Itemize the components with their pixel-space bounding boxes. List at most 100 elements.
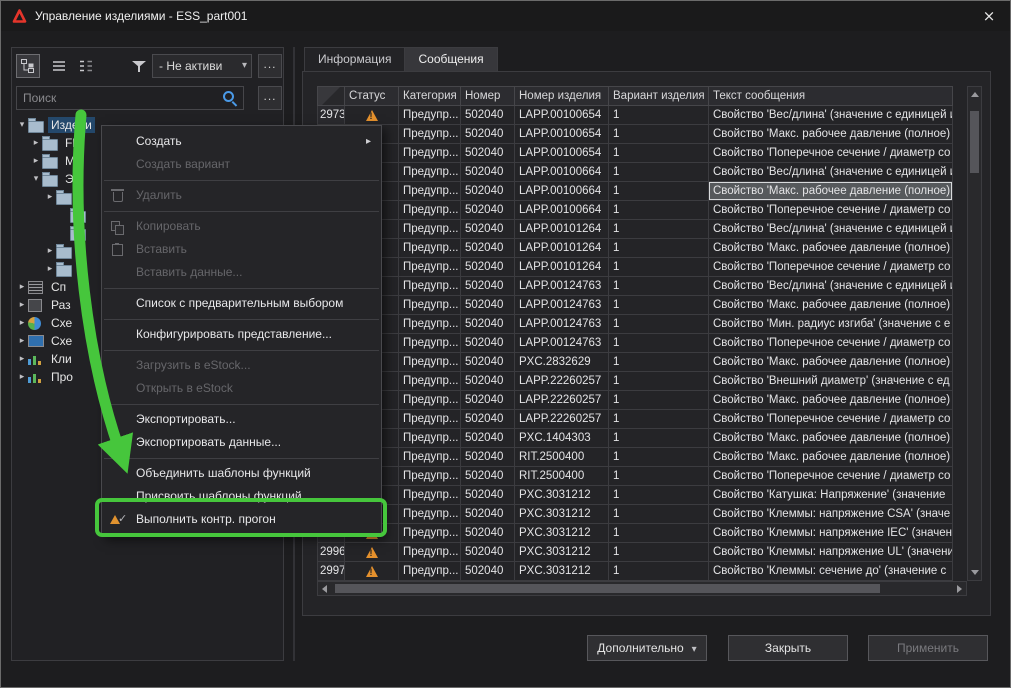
col-header-5[interactable]: Вариант изделия bbox=[609, 86, 709, 106]
table-row[interactable]: Предупр... 502040 LAPP.00101264 1 Свойство '… bbox=[317, 220, 953, 239]
scroll-up-icon[interactable] bbox=[971, 92, 979, 97]
search-icon[interactable] bbox=[223, 91, 237, 105]
globe-icon bbox=[28, 316, 41, 330]
expander-icon[interactable]: ▸ bbox=[30, 138, 42, 148]
table-row[interactable]: Предупр... 502040 PXC.3031212 1 Свойство 'Кл… bbox=[317, 505, 953, 524]
table-row[interactable]: 2997 Предупр...502040PXC.30312121Свойство… bbox=[317, 562, 953, 581]
scroll-left-icon[interactable] bbox=[322, 585, 327, 593]
menu-item-17[interactable]: Экспортировать данные... bbox=[102, 431, 381, 454]
folder-icon[interactable] bbox=[56, 243, 72, 259]
cell-variant: 1 bbox=[609, 467, 709, 486]
table-row[interactable]: Предупр... 502040 LAPP.00101264 1 Свойство '… bbox=[317, 239, 953, 258]
expander-icon[interactable]: ▸ bbox=[16, 372, 28, 382]
expander-icon[interactable]: ▸ bbox=[30, 156, 42, 166]
list-icon[interactable] bbox=[28, 280, 44, 294]
table-row[interactable]: Предупр... 502040 LAPP.00100664 1 Свойство '… bbox=[317, 201, 953, 220]
folder-icon[interactable] bbox=[28, 117, 44, 133]
search-more-button[interactable]: ... bbox=[258, 86, 282, 110]
expander-icon[interactable]: ▾ bbox=[30, 174, 42, 184]
col-header-2[interactable]: Категория bbox=[399, 86, 461, 106]
expander-icon[interactable]: ▸ bbox=[44, 264, 56, 274]
combined-view-button[interactable] bbox=[74, 54, 98, 78]
expander-icon[interactable]: ▸ bbox=[16, 336, 28, 346]
col-header-1[interactable]: Статус bbox=[345, 86, 399, 106]
folder-icon[interactable] bbox=[42, 135, 58, 151]
table-row[interactable]: Предупр... 502040 PXC.3031212 1 Свойство 'Ка… bbox=[317, 486, 953, 505]
horizontal-scroll-thumb[interactable] bbox=[335, 584, 880, 593]
folder-icon[interactable] bbox=[56, 261, 72, 277]
table-row[interactable]: Предупр... 502040 PXC.1404303 1 Свойство 'Ма… bbox=[317, 429, 953, 448]
col-header-0[interactable] bbox=[317, 86, 345, 106]
filter-more-button[interactable]: ... bbox=[258, 54, 282, 78]
table-row[interactable]: Предупр... 502040 LAPP.22260257 1 Свойство '… bbox=[317, 391, 953, 410]
copy-icon bbox=[111, 221, 124, 235]
cell-number: 502040 bbox=[461, 296, 515, 315]
table-row[interactable]: Предупр... 502040 RIT.2500400 1 Свойство 'По… bbox=[317, 467, 953, 486]
cell-category: Предупр... bbox=[399, 182, 461, 201]
folder-icon[interactable] bbox=[42, 171, 58, 187]
close-button[interactable]: × bbox=[972, 1, 1006, 31]
folder-icon[interactable] bbox=[42, 153, 58, 169]
globe-icon[interactable] bbox=[28, 316, 44, 330]
expander-icon[interactable]: ▸ bbox=[16, 300, 28, 310]
table-row[interactable]: Предупр... 502040 LAPP.00100664 1 Свойство '… bbox=[317, 182, 953, 201]
chart-icon[interactable] bbox=[28, 353, 44, 365]
table-row[interactable]: Предупр... 502040 LAPP.00101264 1 Свойство '… bbox=[317, 258, 953, 277]
vertical-scrollbar[interactable] bbox=[967, 86, 982, 581]
filter-button[interactable] bbox=[127, 54, 151, 78]
chart-icon bbox=[28, 371, 41, 383]
menu-item-0[interactable]: Создать ▸ bbox=[102, 130, 381, 153]
filter-scheme-dropdown[interactable]: - Не активи ▾ bbox=[152, 54, 252, 78]
expander-icon[interactable]: ▾ bbox=[16, 120, 28, 130]
scroll-down-icon[interactable] bbox=[971, 570, 979, 575]
tab-information[interactable]: Информация bbox=[304, 47, 406, 71]
menu-item-20[interactable]: Присвоить шаблоны функций... bbox=[102, 485, 381, 508]
table-row[interactable]: Предупр... 502040 LAPP.00124763 1 Свойство '… bbox=[317, 296, 953, 315]
vertical-scroll-thumb[interactable] bbox=[970, 111, 979, 173]
table-row[interactable]: Предупр... 502040 LAPP.00124763 1 Свойство '… bbox=[317, 334, 953, 353]
tab-messages[interactable]: Сообщения bbox=[404, 47, 498, 71]
box-icon[interactable] bbox=[28, 298, 44, 312]
table-row[interactable]: 2973 Предупр...502040LAPP.001006541Свойст… bbox=[317, 106, 953, 125]
folder-icon[interactable] bbox=[70, 207, 86, 223]
menu-item-11[interactable]: Конфигурировать представление... bbox=[102, 323, 381, 346]
messages-table: Статус Категория Номер Номер изделия Вариант… bbox=[317, 86, 953, 581]
table-row[interactable]: Предупр... 502040 LAPP.00100654 1 Свойство '… bbox=[317, 125, 953, 144]
col-header-3[interactable]: Номер bbox=[461, 86, 515, 106]
expander-icon[interactable]: ▸ bbox=[44, 246, 56, 256]
table-row[interactable]: Предупр... 502040 RIT.2500400 1 Свойство 'Ма… bbox=[317, 448, 953, 467]
expander-icon[interactable]: ▸ bbox=[16, 282, 28, 292]
col-header-4[interactable]: Номер изделия bbox=[515, 86, 609, 106]
cell-category: Предупр... bbox=[399, 125, 461, 144]
table-row[interactable]: Предупр... 502040 LAPP.00124763 1 Свойство '… bbox=[317, 315, 953, 334]
menu-item-16[interactable]: Экспортировать... bbox=[102, 408, 381, 431]
list-view-button[interactable] bbox=[47, 54, 71, 78]
table-row[interactable]: Предупр... 502040 PXC.2832629 1 Свойство 'Ма… bbox=[317, 353, 953, 372]
menu-item-run-check[interactable]: Выполнить контр. прогон bbox=[102, 507, 381, 531]
horizontal-scrollbar[interactable] bbox=[317, 581, 967, 596]
menu-item-9[interactable]: Список с предварительным выбором bbox=[102, 292, 381, 315]
table-row[interactable]: 2995Предупр...502040PXC.30312121Свойство… bbox=[317, 524, 953, 543]
table-row[interactable]: Предупр... 502040 LAPP.22260257 1 Свойство '… bbox=[317, 410, 953, 429]
table-row[interactable]: Предупр... 502040 LAPP.22260257 1 Свойство '… bbox=[317, 372, 953, 391]
menu-item-19[interactable]: Объединить шаблоны функций bbox=[102, 462, 381, 485]
table-row[interactable]: Предупр... 502040 LAPP.00124763 1 Свойство '… bbox=[317, 277, 953, 296]
table-row[interactable]: 2996 Предупр...502040PXC.30312121Свойство… bbox=[317, 543, 953, 562]
cell-message-text: Свойство 'Вес/длина' (значение с единице… bbox=[709, 106, 953, 125]
table-row[interactable]: Предупр... 502040 LAPP.00100654 1 Свойство '… bbox=[317, 144, 953, 163]
more-options-button[interactable]: Дополнительно ▾ bbox=[587, 635, 707, 661]
col-header-6[interactable]: Текст сообщения bbox=[709, 86, 953, 106]
folder-icon[interactable] bbox=[70, 225, 86, 241]
scroll-right-icon[interactable] bbox=[957, 585, 962, 593]
table-row[interactable]: Предупр... 502040 LAPP.00100664 1 Свойство '… bbox=[317, 163, 953, 182]
close-dialog-button[interactable]: Закрыть bbox=[728, 635, 848, 661]
search-input[interactable] bbox=[16, 86, 244, 110]
expander-icon[interactable]: ▸ bbox=[16, 354, 28, 364]
expander-icon[interactable]: ▸ bbox=[16, 318, 28, 328]
cell-message-text: Свойство 'Поперечное сечение / диаметр с… bbox=[709, 410, 953, 429]
expander-icon[interactable]: ▸ bbox=[44, 192, 56, 202]
folder-icon[interactable] bbox=[56, 189, 72, 205]
monitor-icon[interactable] bbox=[28, 335, 44, 347]
tree-view-button[interactable] bbox=[16, 54, 40, 78]
chart-icon[interactable] bbox=[28, 371, 44, 383]
